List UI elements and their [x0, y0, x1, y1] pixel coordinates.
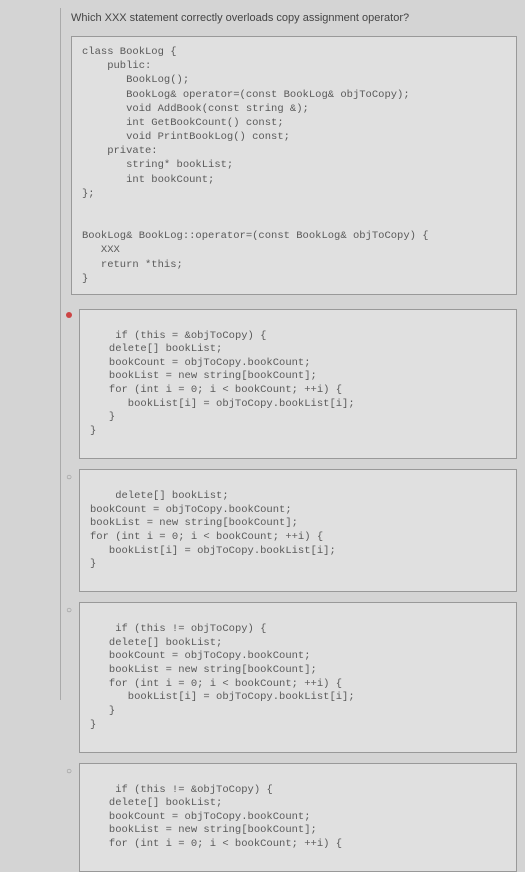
option-code: if (this != &objToCopy) { delete[] bookL… — [90, 784, 342, 851]
option-code: if (this = &objToCopy) { delete[] bookLi… — [90, 330, 355, 437]
option-2[interactable]: ○delete[] bookList; bookCount = objToCop… — [79, 469, 517, 592]
option-code: delete[] bookList; bookCount = objToCopy… — [90, 490, 336, 570]
option-3[interactable]: ○if (this != objToCopy) { delete[] bookL… — [79, 602, 517, 752]
radio-marker-icon — [66, 312, 72, 318]
option-4[interactable]: ○if (this != &objToCopy) { delete[] book… — [79, 763, 517, 872]
content-container: Which XXX statement correctly overloads … — [60, 8, 517, 700]
radio-marker-icon: ○ — [66, 766, 72, 779]
class-definition-code: class BookLog { public: BookLog(); BookL… — [71, 36, 517, 295]
option-1[interactable]: if (this = &objToCopy) { delete[] bookLi… — [79, 309, 517, 459]
question-text: Which XXX statement correctly overloads … — [71, 8, 517, 24]
option-code: if (this != objToCopy) { delete[] bookLi… — [90, 623, 355, 730]
radio-marker-icon: ○ — [66, 605, 72, 618]
radio-marker-icon: ○ — [66, 472, 72, 485]
